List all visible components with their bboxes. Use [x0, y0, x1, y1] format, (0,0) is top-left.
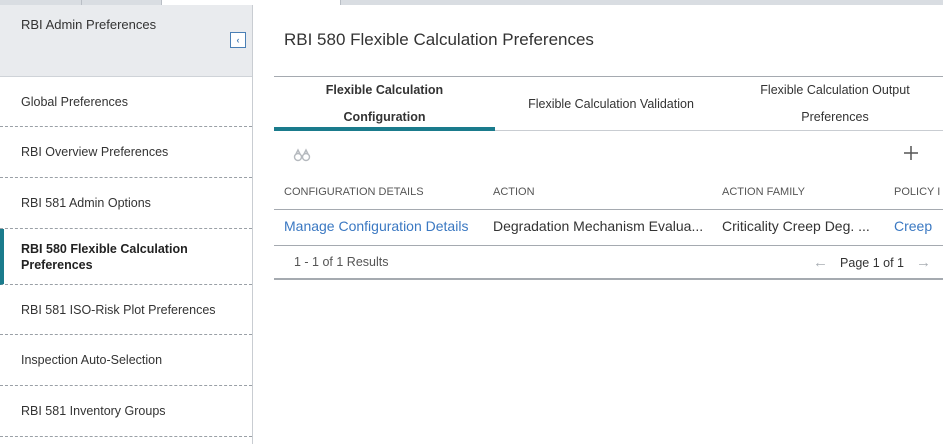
column-header-configuration-details[interactable]: Configuration Details	[284, 177, 484, 210]
sidebar-title: RBI Admin Preferences	[21, 17, 157, 32]
column-header-action[interactable]: Action	[493, 177, 713, 210]
table-row[interactable]: Manage Configuration Details Degradation…	[274, 210, 943, 246]
policy-link[interactable]: Creep	[894, 210, 943, 246]
sidebar-item-rbi-581-inventory-groups[interactable]: RBI 581 Inventory Groups	[0, 386, 252, 437]
action-cell: Degradation Mechanism Evalua...	[493, 218, 704, 234]
action-family-cell: Criticality Creep Deg. ...	[722, 218, 870, 234]
sidebar-item-rbi-overview-preferences[interactable]: RBI Overview Preferences	[0, 127, 252, 178]
grid-footer: 1 - 1 of 1 Results ← Page 1 of 1 →	[274, 246, 943, 280]
arrow-left-icon[interactable]: ←	[813, 254, 828, 271]
sidebar-item-label: RBI Overview Preferences	[21, 145, 169, 159]
sidebar-item-inspection-auto-selection[interactable]: Inspection Auto-Selection	[0, 335, 252, 386]
sidebar-header: RBI Admin Preferences ‹	[0, 5, 252, 77]
grid-toolbar	[274, 142, 943, 170]
sidebar-item-label: RBI 580 Flexible Calculation Preferences	[21, 241, 188, 272]
tab-flexible-calculation-output-preferences[interactable]: Flexible Calculation Output Preferences	[727, 77, 943, 131]
sidebar-item-label: Global Preferences	[21, 94, 129, 109]
column-header-action-family[interactable]: Action Family	[722, 177, 887, 210]
sidebar: RBI Admin Preferences ‹ Global Preferenc…	[0, 5, 253, 444]
plus-icon[interactable]	[900, 142, 922, 164]
sidebar-item-global-preferences[interactable]: Global Preferences	[0, 77, 252, 127]
tab-bar: Flexible Calculation Configuration Flexi…	[274, 76, 943, 131]
tab-label: Flexible Calculation Configuration	[325, 83, 444, 124]
sidebar-item-label: RBI 581 ISO-Risk Plot Preferences	[21, 302, 216, 317]
tab-flexible-calculation-validation[interactable]: Flexible Calculation Validation	[495, 77, 727, 131]
tab-flexible-calculation-configuration[interactable]: Flexible Calculation Configuration	[274, 77, 495, 131]
sidebar-item-label: RBI 581 Admin Options	[21, 196, 151, 210]
sidebar-item-label: RBI 581 Inventory Groups	[21, 404, 166, 418]
column-header-policy[interactable]: Policy I	[894, 177, 943, 210]
sidebar-item-rbi-581-iso-risk-plot-preferences[interactable]: RBI 581 ISO-Risk Plot Preferences	[0, 285, 252, 335]
configuration-details-link[interactable]: Manage Configuration Details	[284, 210, 484, 246]
results-count: 1 - 1 of 1 Results	[294, 255, 389, 269]
pagination: ← Page 1 of 1 →	[801, 246, 943, 279]
collapse-sidebar-button[interactable]: ‹	[230, 32, 246, 48]
sidebar-item-label: Inspection Auto-Selection	[21, 353, 163, 367]
tab-label: Flexible Calculation Validation	[528, 96, 694, 111]
data-grid: Configuration Details Action Action Fami…	[274, 177, 943, 280]
main-content: RBI 580 Flexible Calculation Preferences…	[253, 5, 943, 444]
page-title: RBI 580 Flexible Calculation Preferences	[284, 30, 594, 49]
grid-header: Configuration Details Action Action Fami…	[274, 177, 943, 210]
sidebar-item-rbi-580-flexible-calculation-preferences[interactable]: RBI 580 Flexible Calculation Preferences	[0, 229, 252, 285]
chevron-left-icon: ‹	[236, 34, 240, 45]
page-indicator: Page 1 of 1	[840, 255, 904, 270]
arrow-right-icon[interactable]: →	[916, 254, 931, 271]
binoculars-icon[interactable]	[293, 146, 311, 164]
tab-label: Flexible Calculation Output Preferences	[760, 83, 910, 124]
sidebar-item-rbi-581-admin-options[interactable]: RBI 581 Admin Options	[0, 178, 252, 229]
